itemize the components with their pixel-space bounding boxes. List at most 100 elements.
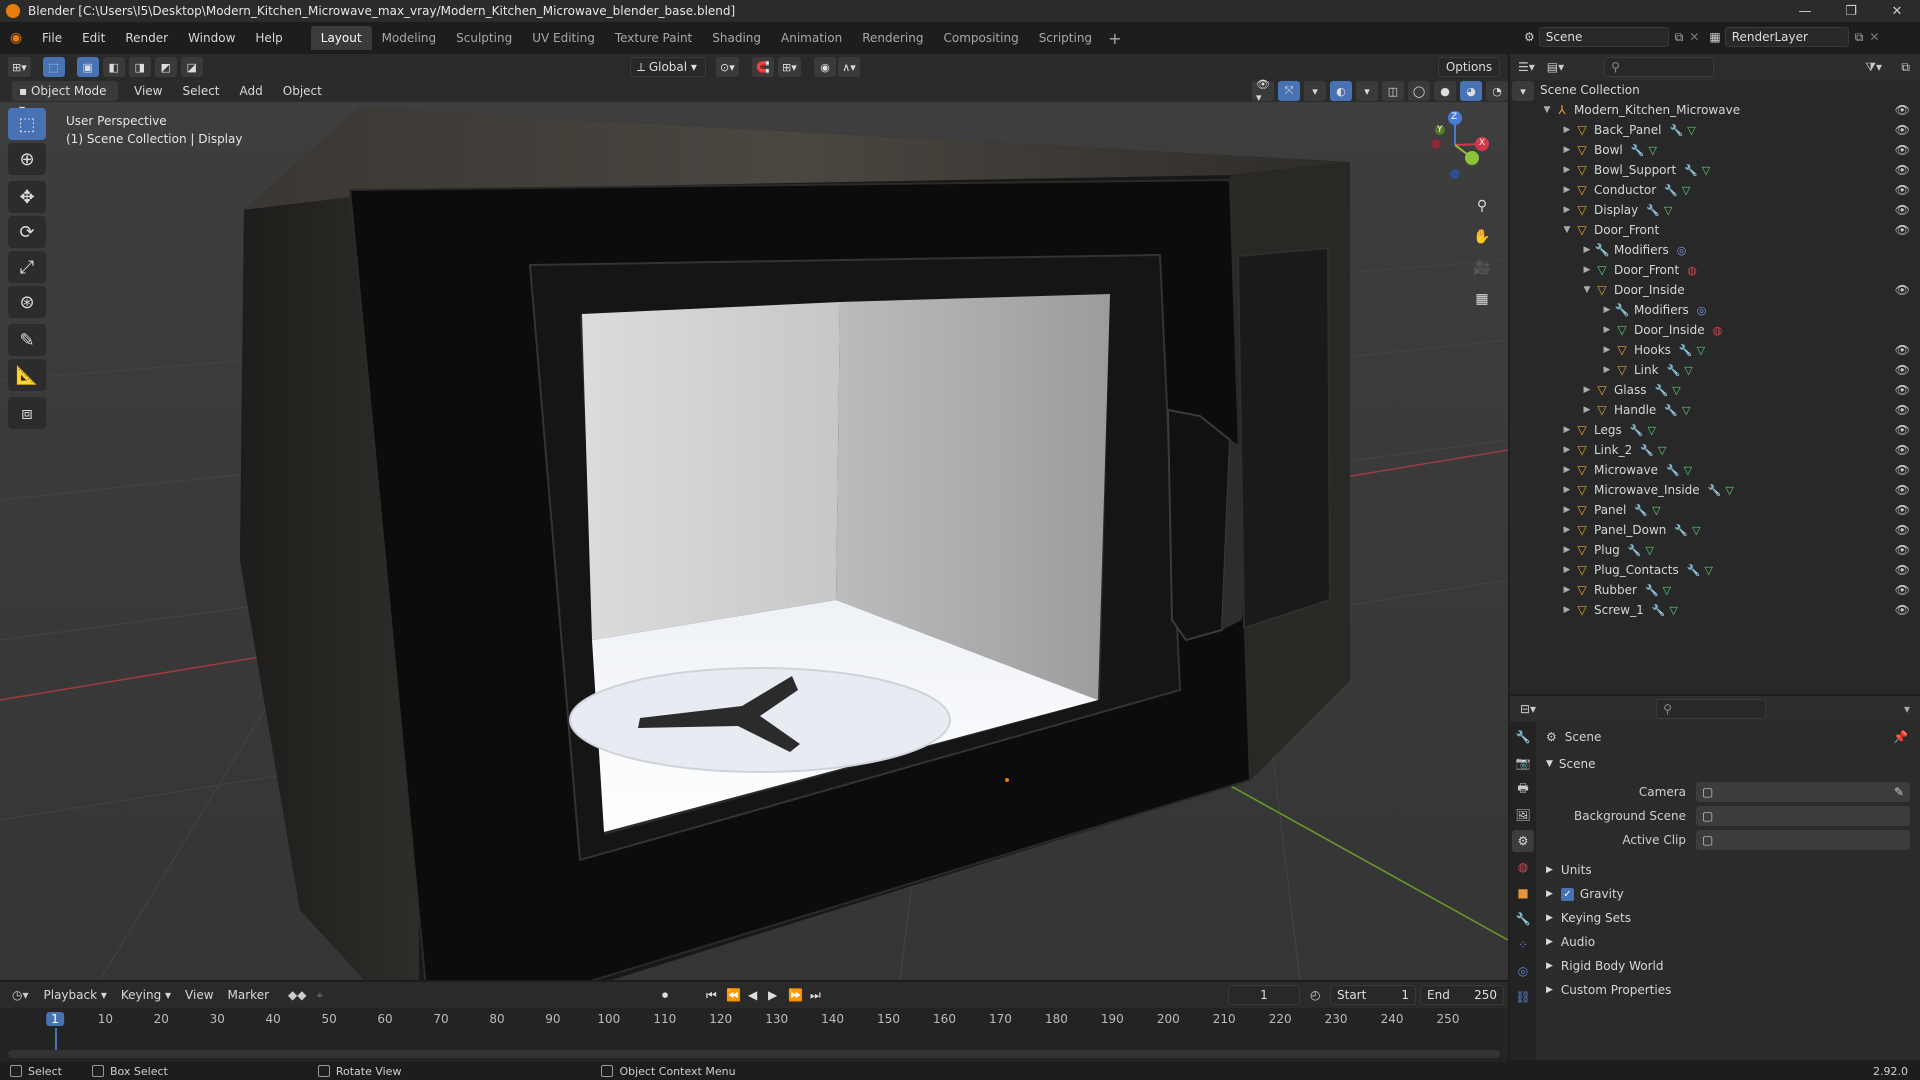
outliner-item[interactable]: ▶ ▽ Door_Inside ◍ [1510, 320, 1920, 340]
modifier-wrench-icon[interactable]: 🔧 [1655, 384, 1669, 397]
eye-icon[interactable]: 👁 [1895, 103, 1910, 117]
eye-icon[interactable]: 👁 [1895, 603, 1910, 617]
end-frame-field[interactable]: End 250 [1420, 985, 1504, 1005]
eye-icon[interactable]: 👁 [1895, 203, 1910, 217]
physics-tab-icon[interactable]: ◎ [1512, 960, 1534, 982]
frame-ruler[interactable]: 1 10 20 30 40 50 60 70 80 90 100 110 120 130 140 150 160… [0, 1008, 1508, 1056]
expand-arrow-icon[interactable]: ▶ [1560, 505, 1574, 515]
annotate-tool-icon[interactable]: ✎ [8, 324, 46, 356]
mesh-data-icon[interactable]: ▽ [1647, 424, 1655, 437]
pivot-point-icon[interactable]: ⊙▾ [716, 57, 739, 77]
expand-arrow-icon[interactable]: ▶ [1560, 445, 1574, 455]
mesh-data-icon[interactable]: ▽ [1697, 344, 1705, 357]
outliner-item[interactable]: ▶ ▽ Legs 🔧 ▽ 👁 [1510, 420, 1920, 440]
select-tool-icon[interactable]: ⬚ [42, 57, 65, 77]
select-subtract-icon[interactable]: ◨ [128, 57, 151, 77]
expand-arrow-icon[interactable]: ▶ [1560, 585, 1574, 595]
eyedropper-icon[interactable]: ✎ [1894, 785, 1904, 799]
expand-arrow-icon[interactable]: ▶ [1560, 605, 1574, 615]
select-box-tool-icon[interactable]: ⬚ [8, 108, 46, 140]
material-shading-icon[interactable]: ◕ [1460, 81, 1482, 101]
eye-icon[interactable]: 👁 [1895, 503, 1910, 517]
expand-arrow-icon[interactable]: ▶ [1600, 345, 1614, 355]
gizmo-dropdown-icon[interactable]: ▾ [1304, 81, 1326, 101]
next-key-icon[interactable]: ⏩ [788, 988, 803, 1002]
expand-arrow-icon[interactable]: ▼ [1580, 285, 1594, 295]
gizmo-toggle-icon[interactable]: ⤧ [1278, 81, 1300, 101]
outliner-item[interactable]: ▶ ▽ Panel_Down 🔧 ▽ 👁 [1510, 520, 1920, 540]
timeline-menu-marker[interactable]: Marker [221, 982, 276, 1008]
mesh-data-icon[interactable]: ▽ [1682, 184, 1690, 197]
mesh-data-icon[interactable]: ▽ [1669, 604, 1677, 617]
expand-arrow-icon[interactable]: ▶ [1560, 485, 1574, 495]
modifier-wrench-icon[interactable]: 🔧 [1631, 144, 1645, 157]
expand-arrow-icon[interactable]: ▶ [1600, 305, 1614, 315]
render-tab-icon[interactable]: 📷 [1512, 752, 1534, 774]
expand-arrow-icon[interactable]: ▶ [1560, 525, 1574, 535]
modifier-wrench-icon[interactable]: 🔧 [1664, 404, 1678, 417]
viewport-menu-object[interactable]: Object [273, 80, 332, 102]
camera-view-icon[interactable]: 🎥 [1468, 254, 1496, 282]
outliner-item[interactable]: ▶ ▽ Glass 🔧 ▽ 👁 [1510, 380, 1920, 400]
render-layer-selector[interactable]: RenderLayer [1724, 27, 1849, 47]
prev-key-icon[interactable]: ⏪ [726, 988, 741, 1002]
maximize-button[interactable]: ❐ [1828, 0, 1874, 22]
outliner-item[interactable]: ▶ 🔧 Modifiers ◎ [1510, 240, 1920, 260]
tab-modeling[interactable]: Modeling [372, 26, 447, 50]
tab-animation[interactable]: Animation [771, 26, 852, 50]
play-reverse-icon[interactable]: ◀ [748, 988, 757, 1002]
eye-icon[interactable]: 👁 [1895, 383, 1910, 397]
mesh-data-icon[interactable]: ▽ [1687, 124, 1695, 137]
mesh-data-icon[interactable]: ▽ [1664, 204, 1672, 217]
modifier-wrench-icon[interactable]: 🔧 [1628, 544, 1642, 557]
options-dropdown[interactable]: Options ▾ [1438, 57, 1500, 92]
mesh-data-icon[interactable]: ▽ [1702, 164, 1710, 177]
scene-panel-header[interactable]: ▼ Scene [1536, 752, 1920, 776]
eye-icon[interactable]: 👁 [1895, 523, 1910, 537]
timeline-scrollbar[interactable] [8, 1050, 1500, 1058]
modifier-wrench-icon[interactable]: 🔧 [1652, 604, 1666, 617]
visibility-icon[interactable]: 👁▾ [1252, 78, 1274, 104]
measure-tool-icon[interactable]: 📐 [8, 359, 46, 391]
mesh-data-icon[interactable]: ▽ [1682, 404, 1690, 417]
pin-icon[interactable]: 📌 [1893, 730, 1908, 744]
select-intersect-icon[interactable]: ◪ [180, 57, 203, 77]
keyframe-icon[interactable]: ◆◆ [288, 988, 306, 1002]
falloff-icon[interactable]: ∧▾ [838, 57, 860, 77]
rotate-tool-icon[interactable]: ⟳ [8, 216, 46, 248]
expand-arrow-icon[interactable]: ▶ [1560, 125, 1574, 135]
subpanel-keying-sets[interactable]: ▶ Keying Sets [1536, 906, 1920, 930]
auto-key-icon[interactable]: ⏺ [662, 988, 668, 1003]
checkbox-checked-icon[interactable]: ✓ [1560, 887, 1574, 901]
timeline-editor-icon[interactable]: ◷▾ [12, 988, 29, 1002]
move-tool-icon[interactable]: ✥ [8, 181, 46, 213]
viewport-menu-select[interactable]: Select [172, 80, 229, 102]
modifier-wrench-icon[interactable]: 🔧 [1670, 124, 1684, 137]
tab-compositing[interactable]: Compositing [933, 26, 1028, 50]
scale-tool-icon[interactable]: ⤢ [8, 251, 46, 283]
mesh-data-icon[interactable]: ▽ [1704, 564, 1712, 577]
xray-icon[interactable]: ◫ [1382, 81, 1404, 101]
eye-icon[interactable]: 👁 [1895, 363, 1910, 377]
property-field-active-clip[interactable]: ▢ [1696, 830, 1910, 850]
modifier-wrench-icon[interactable]: 🔧 [1708, 484, 1722, 497]
tab-rendering[interactable]: Rendering [852, 26, 933, 50]
mesh-data-icon[interactable]: ▽ [1646, 544, 1654, 557]
modifier-wrench-icon[interactable]: 🔧 [1664, 184, 1678, 197]
mesh-data-icon[interactable]: ▽ [1692, 524, 1700, 537]
outliner-item[interactable]: ▶ ▽ Bowl 🔧 ▽ 👁 [1510, 140, 1920, 160]
delete-layer-icon[interactable]: ✕ [1869, 30, 1879, 44]
menu-render[interactable]: Render [115, 22, 178, 54]
expand-arrow-icon[interactable]: ▶ [1580, 385, 1594, 395]
eye-icon[interactable]: 👁 [1895, 183, 1910, 197]
outliner-item[interactable]: ▶ ▽ Bowl_Support 🔧 ▽ 👁 [1510, 160, 1920, 180]
3d-viewport[interactable]: User Perspective (1) Scene Collection | … [0, 80, 1508, 980]
zoom-icon[interactable]: ⚲ [1468, 192, 1496, 220]
outliner-item[interactable]: ▶ 🔧 Modifiers ◎ [1510, 300, 1920, 320]
add-cube-tool-icon[interactable]: ⧈ [8, 397, 46, 429]
new-layer-icon[interactable]: ⧉ [1855, 30, 1864, 45]
eye-icon[interactable]: 👁 [1895, 403, 1910, 417]
tab-scripting[interactable]: Scripting [1029, 26, 1102, 50]
eye-icon[interactable]: 👁 [1895, 283, 1910, 297]
filter-icon[interactable]: ⧩▾ [1865, 60, 1882, 75]
